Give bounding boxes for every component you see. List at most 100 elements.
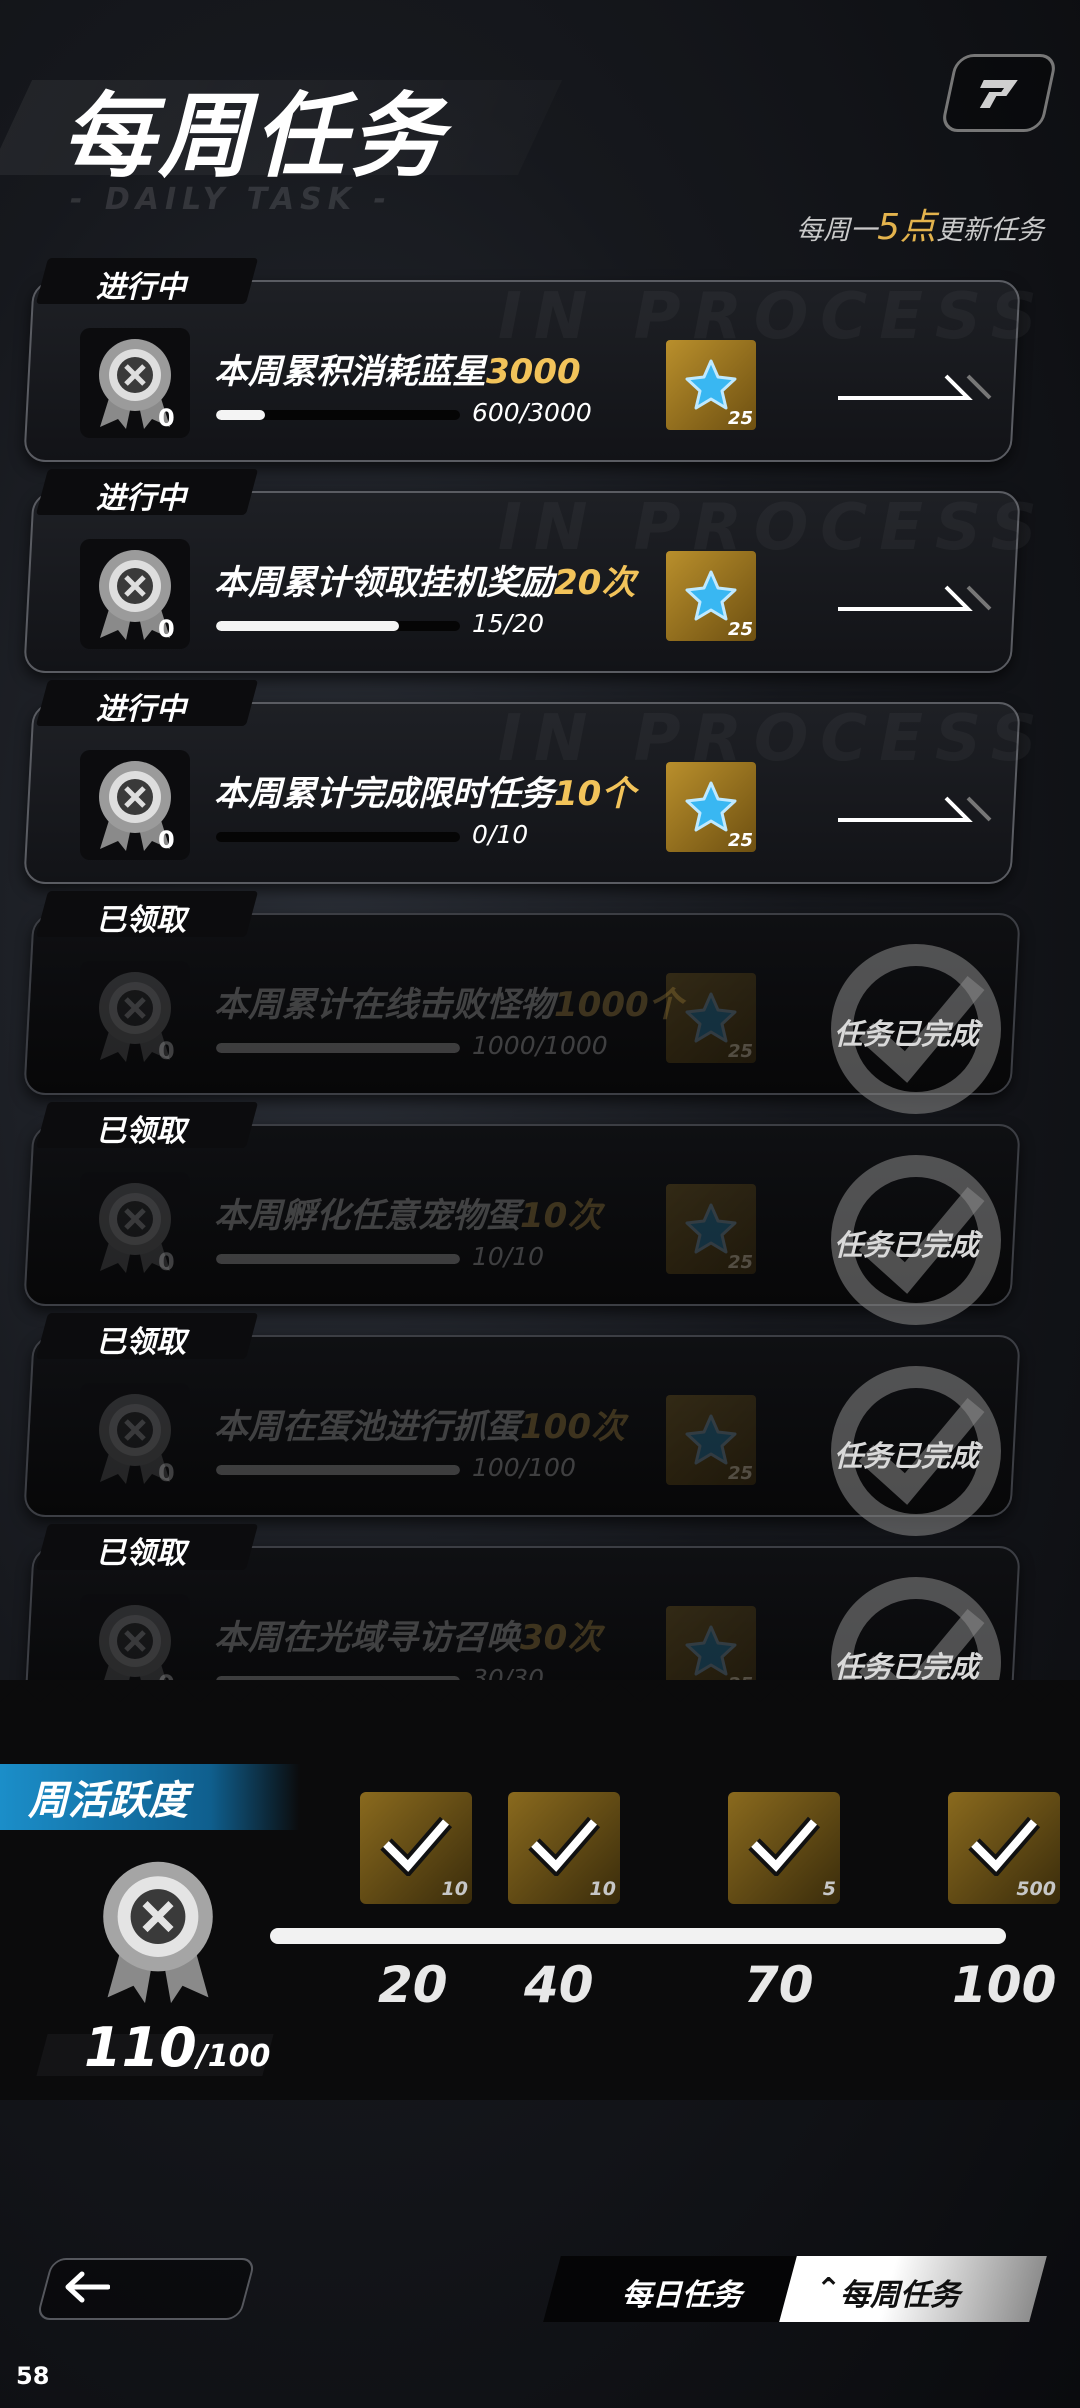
task-progress-fill bbox=[216, 1254, 460, 1264]
task-target: 20次 bbox=[554, 563, 636, 603]
tab-daily-label[interactable]: 每日任务 bbox=[622, 2270, 742, 2314]
tab-weekly-label[interactable]: 每周任务 bbox=[840, 2270, 960, 2314]
medal-count: 0 bbox=[158, 1670, 175, 1680]
activity-progress-bar bbox=[270, 1928, 1006, 1944]
task-completed-label: 任务已完成 bbox=[834, 1439, 980, 1473]
medal-count: 0 bbox=[158, 826, 175, 854]
task-tabs: 每日任务 ⌃ 每周任务 bbox=[543, 2256, 1047, 2322]
milestone-reward[interactable]: 5 bbox=[728, 1792, 840, 1904]
milestone-reward-count: 500 bbox=[1016, 1878, 1056, 1900]
task-progress-text: 600/3000 bbox=[472, 398, 592, 427]
activity-panel: 周活跃度 110/100 10 20 10 40 5 70 500 100 bbox=[0, 1680, 1080, 2100]
milestone-value: 100 bbox=[952, 1956, 1057, 2014]
reward-count: 25 bbox=[728, 1041, 754, 1062]
task-target: 3000 bbox=[486, 352, 581, 392]
task-list[interactable]: IN PROCESS 进行中 0 本周累积消耗蓝星3000 600/3000 2… bbox=[0, 258, 1080, 1680]
reward-count: 25 bbox=[728, 619, 754, 640]
task-status-label: 已领取 bbox=[96, 1325, 186, 1360]
check-icon bbox=[528, 1814, 601, 1880]
help-button[interactable] bbox=[939, 54, 1059, 132]
task-card-in-progress[interactable]: IN PROCESS 进行中 0 本周累积消耗蓝星3000 600/3000 2… bbox=[23, 258, 1037, 462]
reward-star-icon[interactable] bbox=[666, 1606, 756, 1680]
milestone-reward[interactable]: 10 bbox=[360, 1792, 472, 1904]
task-description: 本周孵化任意宠物蛋10次 bbox=[214, 1196, 602, 1236]
task-target: 1000个 bbox=[554, 985, 683, 1025]
reward-count: 25 bbox=[728, 830, 754, 851]
milestone-reward[interactable]: 10 bbox=[508, 1792, 620, 1904]
task-card-in-progress[interactable]: IN PROCESS 进行中 0 本周累计完成限时任务10个 0/10 25 bbox=[23, 680, 1037, 884]
task-completed-label: 任务已完成 bbox=[834, 1228, 980, 1262]
task-progress-text: 1000/1000 bbox=[472, 1031, 608, 1060]
task-description: 本周累计完成限时任务10个 bbox=[214, 774, 636, 814]
activity-medal-icon bbox=[96, 1856, 220, 2010]
task-status-label: 进行中 bbox=[96, 481, 186, 516]
task-card-completed[interactable]: 已领取 0 本周孵化任意宠物蛋10次 10/10 25 任务已完成 bbox=[23, 1102, 1021, 1325]
task-progress-bar bbox=[216, 1254, 460, 1264]
task-card-completed[interactable]: 已领取 0 本周在光域寻访召唤30次 30/30 25 任务已完成 bbox=[23, 1524, 1021, 1680]
milestone-reward[interactable]: 500 bbox=[948, 1792, 1060, 1904]
task-description: 本周累积消耗蓝星3000 bbox=[214, 352, 581, 392]
task-target: 10个 bbox=[554, 774, 636, 814]
activity-score-max: /100 bbox=[196, 2039, 271, 2074]
task-status-label: 进行中 bbox=[96, 692, 186, 727]
task-progress-fill bbox=[216, 621, 399, 631]
medal-count: 0 bbox=[158, 1248, 175, 1276]
task-watermark: IN PROCESS bbox=[498, 491, 1049, 565]
milestone-value: 70 bbox=[744, 1956, 814, 2014]
task-progress-bar bbox=[216, 832, 460, 842]
task-completed-label: 任务已完成 bbox=[834, 1650, 980, 1680]
milestone-value: 20 bbox=[378, 1956, 448, 2014]
milestone-value: 40 bbox=[524, 1956, 594, 2014]
task-status-label: 进行中 bbox=[96, 270, 186, 305]
task-description: 本周累计领取挂机奖励20次 bbox=[214, 563, 636, 603]
task-card-completed[interactable]: 已领取 0 本周累计在线击败怪物1000个 1000/1000 25 任务已完成 bbox=[23, 891, 1021, 1114]
reward-count: 25 bbox=[728, 408, 754, 429]
activity-score: 110/100 bbox=[84, 2016, 271, 2079]
task-target: 30次 bbox=[520, 1618, 602, 1658]
task-progress-text: 100/100 bbox=[472, 1453, 576, 1482]
task-progress-text: 0/10 bbox=[472, 820, 529, 849]
refresh-note: 每周一5点更新任务 bbox=[796, 207, 1044, 248]
activity-label: 周活跃度 bbox=[28, 1778, 188, 1824]
task-progress-bar bbox=[216, 1043, 460, 1053]
task-status-label: 已领取 bbox=[96, 903, 186, 938]
task-card-in-progress[interactable]: IN PROCESS 进行中 0 本周累计领取挂机奖励20次 15/20 25 bbox=[23, 469, 1037, 673]
task-progress-bar bbox=[216, 621, 460, 631]
task-progress-text: 15/20 bbox=[472, 609, 545, 638]
check-icon bbox=[380, 1814, 453, 1880]
check-icon bbox=[748, 1814, 821, 1880]
task-status-label: 已领取 bbox=[96, 1536, 186, 1571]
reward-count: 25 bbox=[728, 1252, 754, 1273]
milestone-reward-count: 10 bbox=[589, 1878, 616, 1900]
page-title: 每周任务 bbox=[62, 83, 447, 190]
chevron-up-icon: ⌃ bbox=[816, 2272, 842, 2307]
task-progress-bar bbox=[216, 1465, 460, 1475]
go-arrow-icon[interactable] bbox=[838, 368, 998, 412]
task-progress-fill bbox=[216, 1465, 460, 1475]
check-icon bbox=[968, 1814, 1041, 1880]
go-arrow-icon[interactable] bbox=[838, 790, 998, 834]
task-status-label: 已领取 bbox=[96, 1114, 186, 1149]
task-watermark: IN PROCESS bbox=[498, 280, 1049, 354]
page-subtitle: - DAILY TASK - bbox=[70, 182, 392, 217]
task-card-completed[interactable]: 已领取 0 本周在蛋池进行抓蛋100次 100/100 25 任务已完成 bbox=[23, 1313, 1021, 1536]
task-progress-bar bbox=[216, 410, 460, 420]
milestone-reward-count: 10 bbox=[441, 1878, 468, 1900]
task-description: 本周累计在线击败怪物1000个 bbox=[214, 985, 683, 1025]
arrow-left-icon[interactable] bbox=[64, 2270, 110, 2304]
task-progress-text: 30/30 bbox=[472, 1664, 545, 1680]
help-icon bbox=[979, 80, 1018, 108]
task-description: 本周在光域寻访召唤30次 bbox=[214, 1618, 602, 1658]
task-progress-text: 10/10 bbox=[472, 1242, 545, 1271]
milestone-reward-count: 5 bbox=[822, 1878, 836, 1900]
task-progress-fill bbox=[216, 410, 265, 420]
spike-border bbox=[0, 1684, 1080, 1724]
task-target: 100次 bbox=[520, 1407, 625, 1447]
medal-count: 0 bbox=[158, 1459, 175, 1487]
medal-icon bbox=[80, 1594, 190, 1680]
go-arrow-icon[interactable] bbox=[838, 579, 998, 623]
task-description: 本周在蛋池进行抓蛋100次 bbox=[214, 1407, 625, 1447]
task-watermark: IN PROCESS bbox=[498, 702, 1049, 776]
medal-count: 0 bbox=[158, 1037, 175, 1065]
task-target: 10次 bbox=[520, 1196, 602, 1236]
